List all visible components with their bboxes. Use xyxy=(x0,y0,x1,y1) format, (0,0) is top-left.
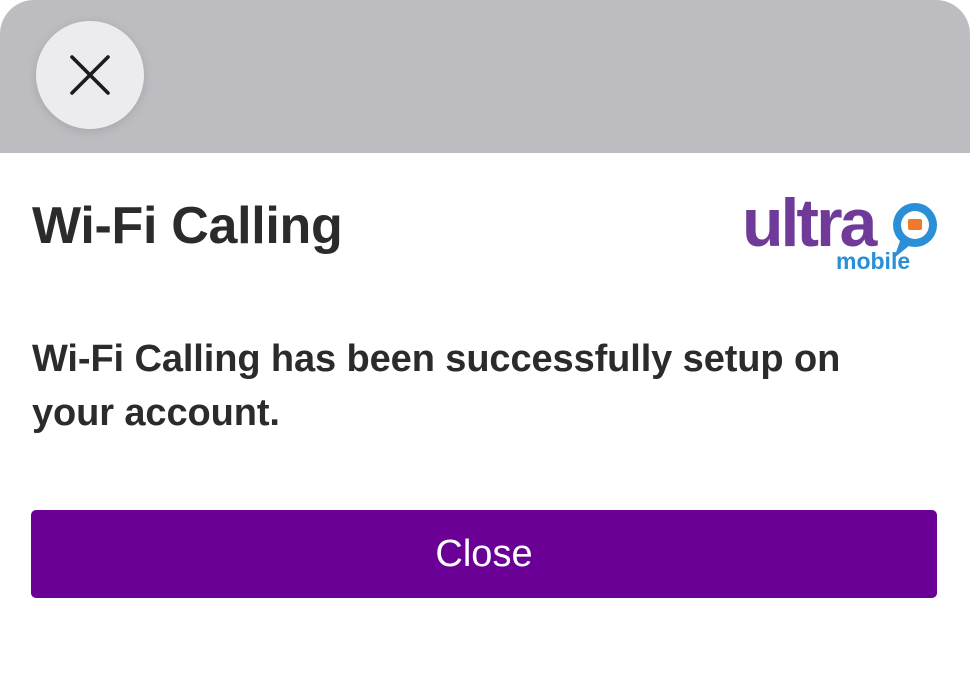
ultra-mobile-logo: ultra mobile xyxy=(742,186,942,276)
dialog-message: Wi-Fi Calling has been successfully setu… xyxy=(32,338,841,434)
dialog-title: Wi-Fi Calling xyxy=(32,197,343,255)
close-icon-button[interactable] xyxy=(36,21,144,129)
close-icon xyxy=(70,55,110,95)
sheet-header xyxy=(0,0,970,153)
logo-sub: mobile xyxy=(836,248,910,274)
close-button[interactable]: Close xyxy=(31,510,937,598)
wifi-calling-sheet: Wi-Fi Calling ultra mobile Wi-Fi Calling… xyxy=(0,0,970,698)
